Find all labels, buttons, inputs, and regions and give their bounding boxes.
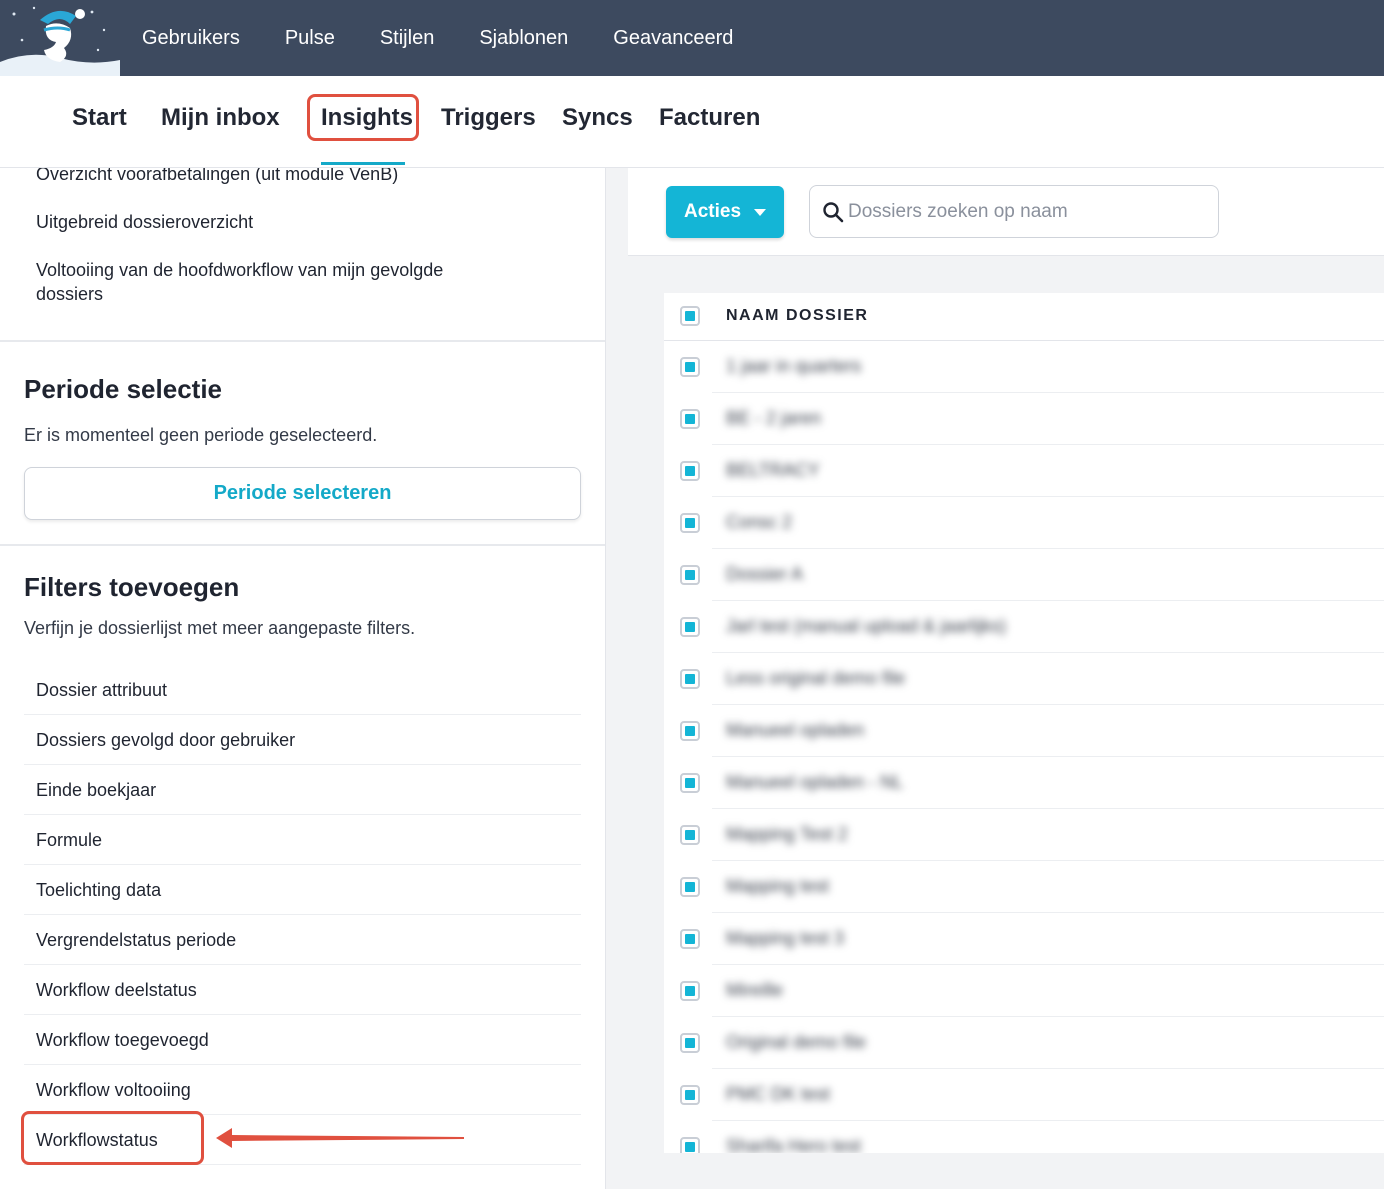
table-row[interactable]: Original demo file <box>664 1017 1384 1069</box>
search-input[interactable] <box>848 186 1208 237</box>
row-checkbox[interactable] <box>680 981 700 1001</box>
active-tab-indicator <box>321 162 405 165</box>
table-row[interactable]: Mapping test <box>664 861 1384 913</box>
sidebar-link-voorafbetalingen[interactable]: Overzicht voorafbetalingen (uit module V… <box>36 168 506 186</box>
tab-triggers[interactable]: Triggers <box>441 104 536 132</box>
divider <box>0 340 605 342</box>
row-checkbox[interactable] <box>680 1137 700 1153</box>
dossier-name[interactable]: Mapping test <box>726 876 829 897</box>
nav-gebruikers[interactable]: Gebruikers <box>142 27 240 50</box>
table-row[interactable]: Mireille <box>664 965 1384 1017</box>
toolbar: Acties <box>628 168 1384 256</box>
dossier-name[interactable]: Mapping Test 2 <box>726 824 848 845</box>
row-checkbox[interactable] <box>680 721 700 741</box>
row-checkbox[interactable] <box>680 773 700 793</box>
annotation-highlight-workflowstatus <box>21 1111 204 1165</box>
dossier-name[interactable]: Less original demo file <box>726 668 905 689</box>
annotation-highlight-insights <box>307 94 419 141</box>
divider <box>0 544 605 546</box>
caret-down-icon <box>754 209 766 216</box>
nav-pulse[interactable]: Pulse <box>285 27 335 50</box>
tab-syncs[interactable]: Syncs <box>562 104 633 132</box>
filter-item-vergrendelstatus[interactable]: Vergrendelstatus periode <box>24 915 581 965</box>
table-row[interactable]: Sharifa Hero test <box>664 1121 1384 1153</box>
dossier-name[interactable]: Sharifa Hero test <box>726 1136 861 1153</box>
table-row[interactable]: Jarl test (manual upload & jaarlijks) <box>664 601 1384 653</box>
row-checkbox[interactable] <box>680 1085 700 1105</box>
sidebar-link-dossieroverzicht[interactable]: Uitgebreid dossieroverzicht <box>36 210 506 234</box>
row-checkbox[interactable] <box>680 825 700 845</box>
annotation-arrow-icon <box>216 1128 464 1148</box>
table-row[interactable]: Manueel opladen - NL <box>664 757 1384 809</box>
dossier-name[interactable]: Manueel opladen - NL <box>726 772 903 793</box>
filter-item-gevolgd-door-gebruiker[interactable]: Dossiers gevolgd door gebruiker <box>24 715 581 765</box>
filters-section-title: Filters toevoegen <box>24 572 240 602</box>
row-checkbox[interactable] <box>680 1033 700 1053</box>
table-row[interactable]: PMC DK test <box>664 1069 1384 1121</box>
dossier-name[interactable]: Consc 2 <box>726 512 792 533</box>
dossier-name[interactable]: Mapping test 3 <box>726 928 844 949</box>
top-nav: Gebruikers Pulse Stijlen Sjablonen Geava… <box>142 0 778 76</box>
dossier-name[interactable]: BE - 2 jaren <box>726 408 821 429</box>
dossier-table: NAAM DOSSIER 1 jaar in quarters BE - 2 j… <box>664 293 1384 1153</box>
dossier-name[interactable]: Original demo file <box>726 1032 866 1053</box>
column-header-naam-dossier[interactable]: NAAM DOSSIER <box>726 307 868 325</box>
filter-item-einde-boekjaar[interactable]: Einde boekjaar <box>24 765 581 815</box>
main-content: Acties NAAM DOSSIER 1 jaar in quarters B… <box>628 168 1384 1189</box>
row-checkbox[interactable] <box>680 461 700 481</box>
filters-description: Verfijn je dossierlijst met meer aangepa… <box>24 618 416 638</box>
search-box <box>809 185 1219 238</box>
table-row[interactable]: Manueel opladen <box>664 705 1384 757</box>
dossier-name[interactable]: Jarl test (manual upload & jaarlijks) <box>726 616 1006 637</box>
search-icon <box>823 202 844 223</box>
nav-geavanceerd[interactable]: Geavanceerd <box>613 27 733 50</box>
row-checkbox[interactable] <box>680 669 700 689</box>
acties-button[interactable]: Acties <box>666 186 784 238</box>
select-period-button[interactable]: Periode selecteren <box>24 467 581 520</box>
table-row[interactable]: Consc 2 <box>664 497 1384 549</box>
filter-item-workflow-toegevoegd[interactable]: Workflow toegevoegd <box>24 1015 581 1065</box>
dossier-name[interactable]: 1 jaar in quarters <box>726 356 861 377</box>
dossier-name[interactable]: Mireille <box>726 980 783 1001</box>
filter-item-formule[interactable]: Formule <box>24 815 581 865</box>
row-checkbox[interactable] <box>680 617 700 637</box>
nav-stijlen[interactable]: Stijlen <box>380 27 434 50</box>
sidebar-link-hoofdworkflow[interactable]: Voltooiing van de hoofdworkflow van mijn… <box>36 258 486 306</box>
table-row[interactable]: Mapping Test 2 <box>664 809 1384 861</box>
nav-sjablonen[interactable]: Sjablonen <box>479 27 568 50</box>
row-checkbox[interactable] <box>680 877 700 897</box>
select-all-checkbox[interactable] <box>680 306 700 326</box>
filter-item-workflow-deelstatus[interactable]: Workflow deelstatus <box>24 965 581 1015</box>
period-description: Er is momenteel geen periode geselecteer… <box>24 425 378 445</box>
acties-label: Acties <box>684 201 742 222</box>
period-section-title: Periode selectie <box>24 374 222 404</box>
dossier-name[interactable]: PMC DK test <box>726 1084 830 1105</box>
filter-item-workflow-voltooiing[interactable]: Workflow voltooiing <box>24 1065 581 1115</box>
tab-start[interactable]: Start <box>72 104 127 132</box>
table-row[interactable]: Less original demo file <box>664 653 1384 705</box>
dossier-name[interactable]: BELTRACY <box>726 460 820 481</box>
table-row[interactable]: BE - 2 jaren <box>664 393 1384 445</box>
sidebar: Overzicht voorafbetalingen (uit module V… <box>0 168 606 1189</box>
logo[interactable] <box>0 0 120 76</box>
filter-item-dossier-attribuut[interactable]: Dossier attribuut <box>24 665 581 715</box>
row-checkbox[interactable] <box>680 357 700 377</box>
tab-mijn-inbox[interactable]: Mijn inbox <box>161 104 280 132</box>
tab-facturen[interactable]: Facturen <box>659 104 760 132</box>
row-checkbox[interactable] <box>680 513 700 533</box>
dossier-name[interactable]: Dossier A <box>726 564 803 585</box>
filter-item-toelichting-data[interactable]: Toelichting data <box>24 865 581 915</box>
table-header: NAAM DOSSIER <box>664 293 1384 341</box>
row-checkbox[interactable] <box>680 565 700 585</box>
table-row[interactable]: Dossier A <box>664 549 1384 601</box>
filter-list: Dossier attribuut Dossiers gevolgd door … <box>24 665 581 1165</box>
table-row[interactable]: BELTRACY <box>664 445 1384 497</box>
row-checkbox[interactable] <box>680 929 700 949</box>
row-checkbox[interactable] <box>680 409 700 429</box>
top-bar: Gebruikers Pulse Stijlen Sjablonen Geava… <box>0 0 1384 76</box>
table-row[interactable]: 1 jaar in quarters <box>664 341 1384 393</box>
dossier-name[interactable]: Manueel opladen <box>726 720 864 741</box>
table-row[interactable]: Mapping test 3 <box>664 913 1384 965</box>
sub-nav: Start Mijn inbox Insights Triggers Syncs… <box>0 76 1384 168</box>
